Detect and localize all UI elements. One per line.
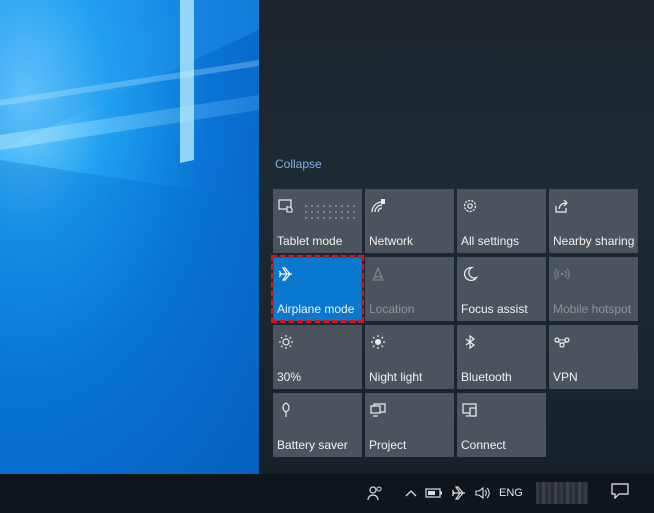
battery-saver-tile[interactable]: Battery saver xyxy=(273,393,362,457)
chevron-up-icon[interactable] xyxy=(402,484,420,502)
network-icon xyxy=(369,197,387,215)
notification-icon xyxy=(611,483,629,504)
airplane-icon[interactable] xyxy=(450,484,468,502)
nearby-sharing-tile[interactable]: Nearby sharing xyxy=(549,189,638,253)
quick-actions-grid: Tablet mode Network All settings Nearby … xyxy=(271,189,638,457)
tile-label: Tablet mode xyxy=(277,234,343,248)
bluetooth-tile[interactable]: Bluetooth xyxy=(457,325,546,389)
tile-label: All settings xyxy=(461,234,520,248)
airplane-icon xyxy=(277,265,295,283)
tile-label: VPN xyxy=(553,370,578,384)
tile-label: Location xyxy=(369,302,415,316)
tablet-mode-dots xyxy=(303,203,355,219)
mobile-hotspot-tile[interactable]: Mobile hotspot xyxy=(549,257,638,321)
action-center-panel: Collapse Tablet mode Network All setting… xyxy=(259,0,654,474)
collapse-link[interactable]: Collapse xyxy=(275,157,322,171)
windows-logo-light-beams xyxy=(0,0,259,474)
tile-label: Project xyxy=(369,438,407,452)
hotspot-icon xyxy=(553,265,571,283)
tile-label: Connect xyxy=(461,438,506,452)
connect-tile[interactable]: Connect xyxy=(457,393,546,457)
battery-saver-icon xyxy=(277,401,295,419)
tile-label: Airplane mode xyxy=(277,302,355,316)
location-tile[interactable]: Location xyxy=(365,257,454,321)
tablet-mode-icon xyxy=(277,197,295,215)
tile-label: Network xyxy=(369,234,414,248)
brightness-tile[interactable]: 30% xyxy=(273,325,362,389)
people-icon[interactable] xyxy=(366,484,384,502)
location-icon xyxy=(369,265,387,283)
project-tile[interactable]: Project xyxy=(365,393,454,457)
desktop-wallpaper xyxy=(0,0,259,474)
notification-button[interactable] xyxy=(600,474,640,513)
bluetooth-icon xyxy=(461,333,479,351)
nearby-sharing-icon xyxy=(553,197,571,215)
gear-icon xyxy=(461,197,479,215)
empty-tile-slot xyxy=(549,393,638,457)
tile-label: Bluetooth xyxy=(461,370,512,384)
battery-icon[interactable] xyxy=(425,484,443,502)
tile-label: Battery saver xyxy=(277,438,348,452)
network-tile[interactable]: Network xyxy=(365,189,454,253)
tile-label: Focus assist xyxy=(461,302,528,316)
tablet-mode-tile[interactable]: Tablet mode xyxy=(273,189,362,253)
volume-icon[interactable] xyxy=(474,484,492,502)
all-settings-tile[interactable]: All settings xyxy=(457,189,546,253)
taskbar: ENG xyxy=(0,474,654,513)
brightness-icon xyxy=(277,333,295,351)
night-light-icon xyxy=(369,333,387,351)
project-icon xyxy=(369,401,387,419)
connect-icon xyxy=(461,401,479,419)
tile-label: 30% xyxy=(277,370,302,384)
clock-area-blurred[interactable] xyxy=(536,482,588,504)
vpn-tile[interactable]: VPN xyxy=(549,325,638,389)
vpn-icon xyxy=(553,333,571,351)
moon-icon xyxy=(461,265,479,283)
tile-label: Mobile hotspot xyxy=(553,302,632,316)
night-light-tile[interactable]: Night light xyxy=(365,325,454,389)
tile-label: Nearby sharing xyxy=(553,234,635,248)
focus-assist-tile[interactable]: Focus assist xyxy=(457,257,546,321)
tile-label: Night light xyxy=(369,370,423,384)
language-indicator[interactable]: ENG xyxy=(499,487,523,499)
airplane-mode-tile[interactable]: Airplane mode xyxy=(271,255,364,323)
